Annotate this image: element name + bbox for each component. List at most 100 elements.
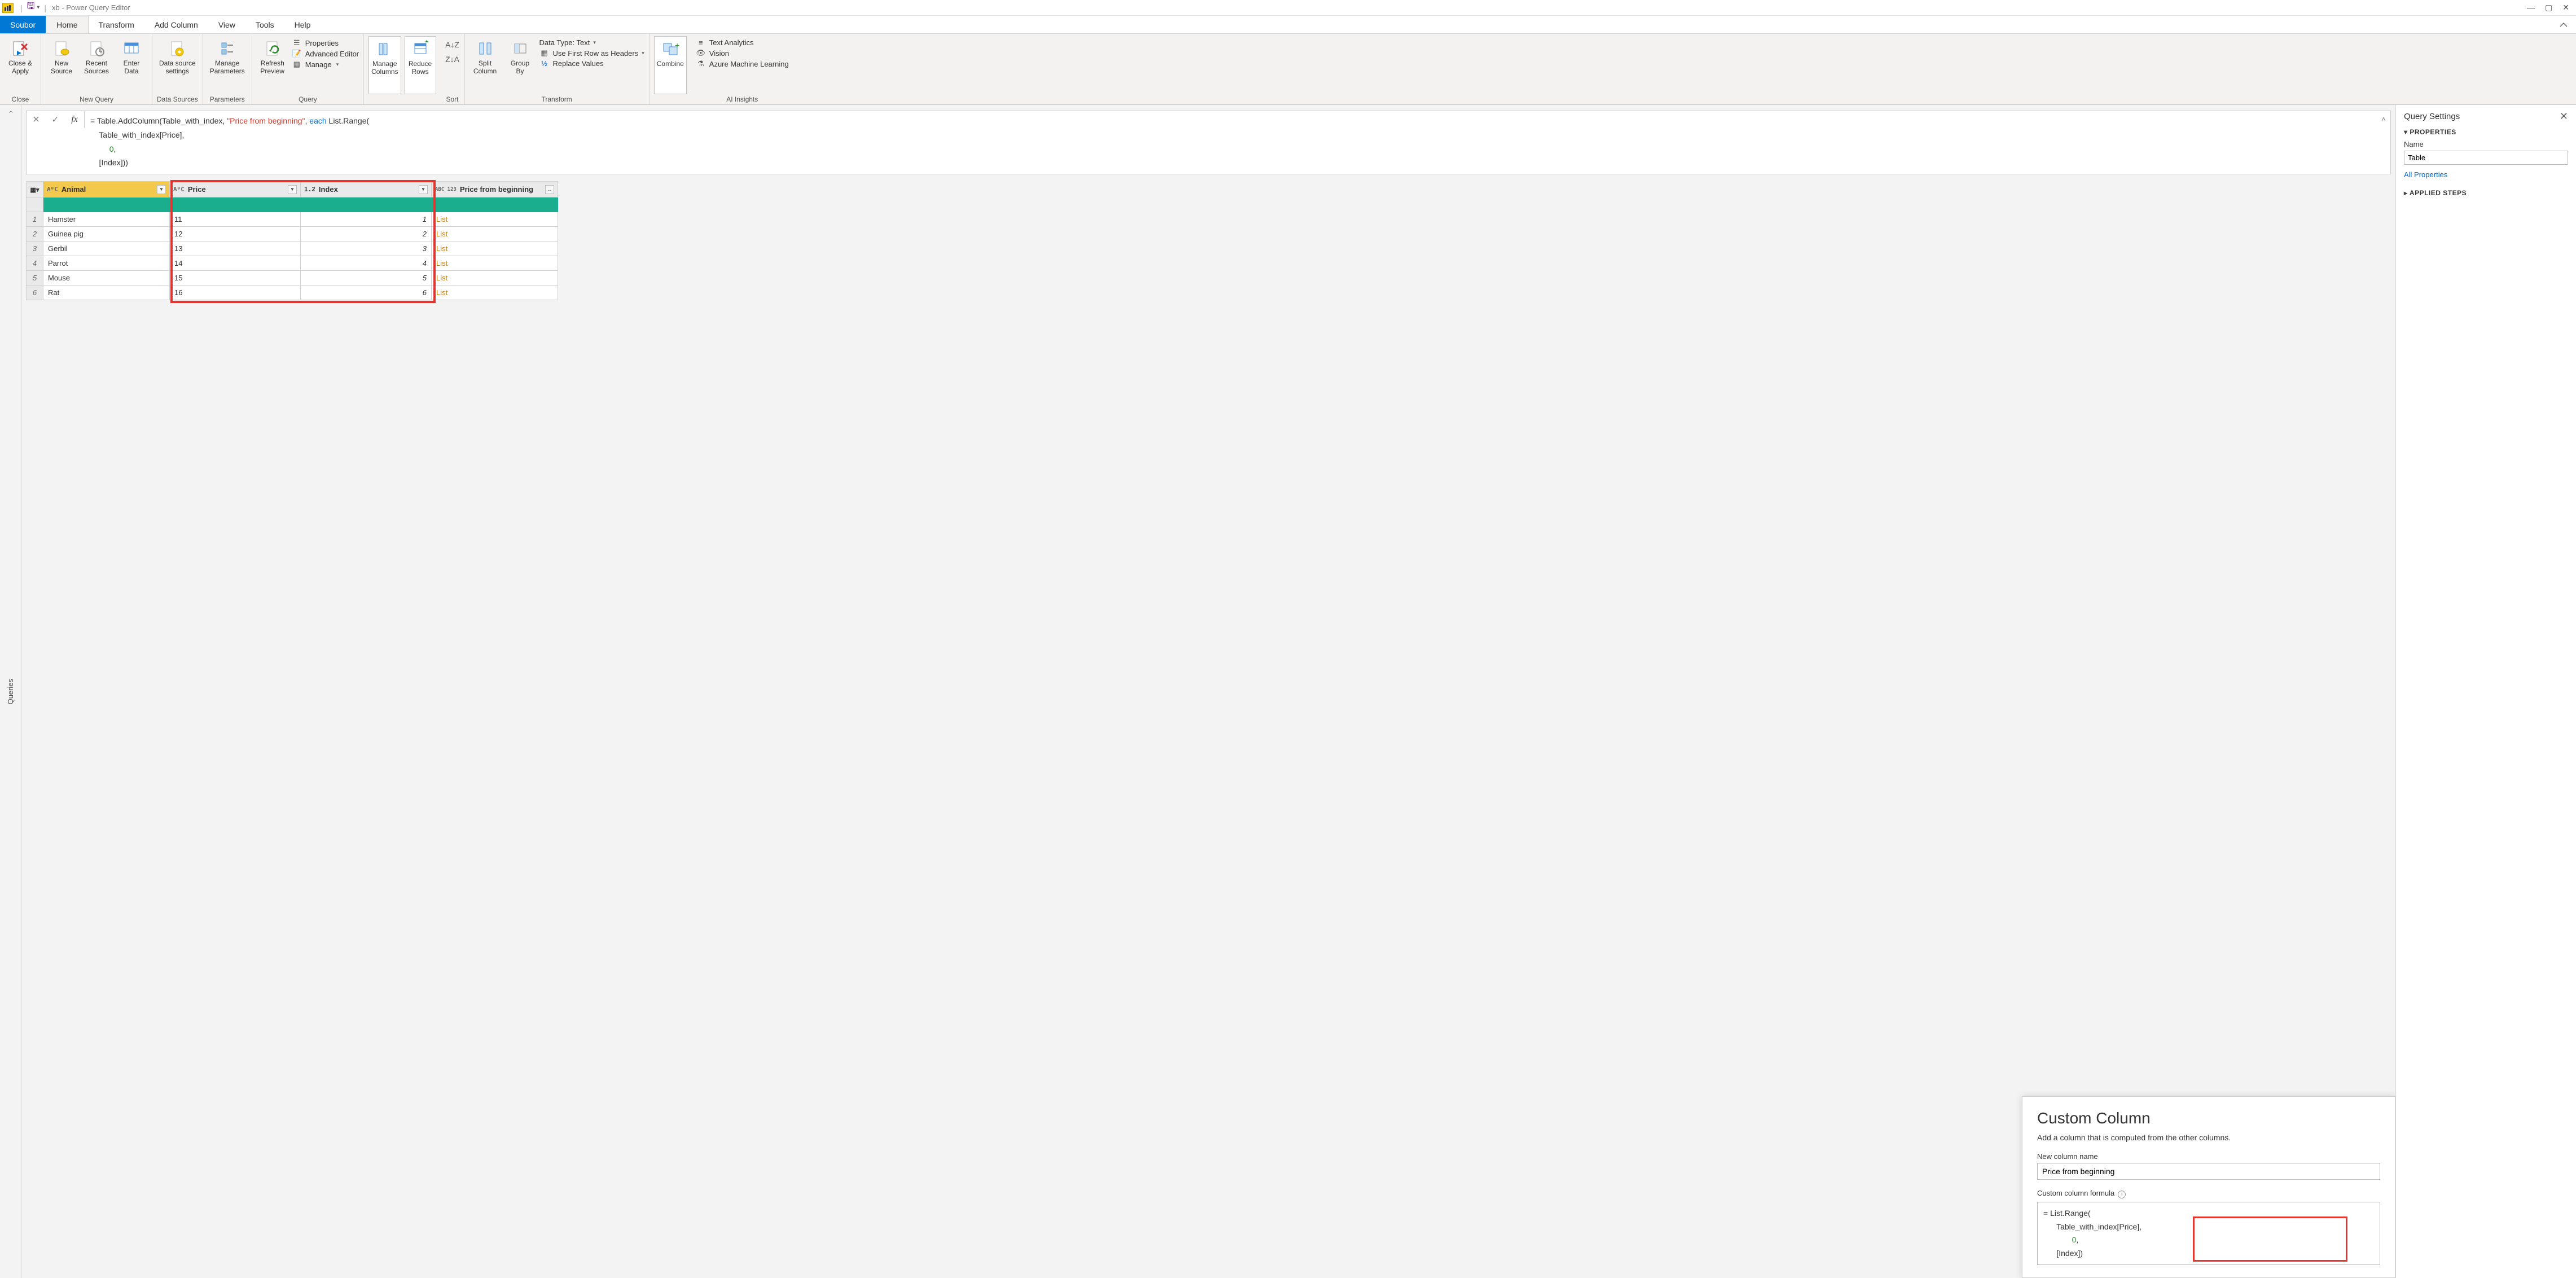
text-analytics-label: Text Analytics bbox=[709, 38, 754, 47]
tab-home[interactable]: Home bbox=[46, 16, 88, 33]
name-label: Name bbox=[2404, 140, 2424, 148]
advanced-editor-label: Advanced Editor bbox=[305, 50, 359, 58]
formula-cancel-icon[interactable]: ✕ bbox=[27, 111, 46, 128]
table-row[interactable]: 4Parrot144List bbox=[27, 256, 558, 271]
qat-separator: | bbox=[44, 3, 46, 12]
group-close-label: Close bbox=[5, 94, 36, 103]
titlebar: | 🖫 ▾ | xb - Power Query Editor ― ▢ ✕ bbox=[0, 0, 2576, 16]
filter-dropdown-icon[interactable]: ▾ bbox=[157, 185, 166, 194]
maximize-icon[interactable]: ▢ bbox=[2545, 3, 2552, 12]
table-corner[interactable]: ▦▾ bbox=[27, 182, 43, 197]
close-apply-label: Close & Apply bbox=[8, 60, 32, 76]
qat-dropdown-icon[interactable]: ▾ bbox=[37, 5, 40, 11]
save-icon[interactable]: 🖫 bbox=[27, 0, 35, 15]
all-properties-link[interactable]: All Properties bbox=[2404, 170, 2447, 179]
query-name-input[interactable] bbox=[2404, 151, 2568, 165]
new-source-label: New Source bbox=[51, 60, 72, 76]
properties-label: Properties bbox=[305, 39, 339, 47]
new-column-name-input[interactable] bbox=[2037, 1163, 2380, 1180]
collapse-ribbon-icon[interactable] bbox=[2551, 16, 2576, 33]
table-row[interactable]: 5Mouse155List bbox=[27, 271, 558, 286]
sort-desc-button[interactable]: Z↓A bbox=[446, 53, 459, 65]
azure-ml-label: Azure Machine Learning bbox=[709, 60, 789, 68]
queries-pane-label: Queries bbox=[6, 679, 15, 705]
advanced-editor-button[interactable]: 📝Advanced Editor bbox=[292, 49, 359, 58]
formula-collapse-icon[interactable]: ˄ bbox=[2377, 111, 2390, 124]
group-parameters-label: Parameters bbox=[208, 94, 247, 103]
data-source-settings-button[interactable]: Data source settings bbox=[157, 36, 198, 94]
data-type-button[interactable]: Data Type: Text▾ bbox=[539, 38, 644, 47]
custom-formula-label: Custom column formula bbox=[2037, 1189, 2114, 1197]
split-column-button[interactable]: Split Column bbox=[469, 36, 501, 94]
close-icon[interactable]: ✕ bbox=[2562, 3, 2569, 12]
tab-file[interactable]: Soubor bbox=[0, 16, 46, 33]
replace-values-button[interactable]: ½Replace Values bbox=[539, 59, 644, 68]
enter-data-label: Enter Data bbox=[124, 60, 140, 76]
applied-steps-section-header[interactable]: APPLIED STEPS bbox=[2404, 189, 2568, 197]
filter-dropdown-icon[interactable]: ▾ bbox=[288, 185, 297, 194]
recent-sources-button[interactable]: Recent Sources bbox=[81, 36, 112, 94]
data-source-settings-label: Data source settings bbox=[159, 60, 196, 76]
combine-button[interactable]: + Combine bbox=[654, 36, 687, 94]
reduce-rows-label: Reduce Rows bbox=[409, 60, 432, 76]
table-row[interactable]: 6Rat166List bbox=[27, 286, 558, 300]
dialog-title: Custom Column bbox=[2037, 1109, 2380, 1127]
group-query-label: Query bbox=[257, 94, 359, 103]
ribbon: Close & Apply Close New Source Recent So… bbox=[0, 34, 2576, 105]
manage-columns-button[interactable]: Manage Columns bbox=[368, 36, 401, 94]
app-icon bbox=[2, 3, 14, 13]
column-header-animal[interactable]: AᴮCAnimal▾ bbox=[43, 182, 170, 197]
fx-icon[interactable]: fx bbox=[65, 111, 84, 128]
column-header-price-from-beginning[interactable]: ABC 123Price from beginning↔ bbox=[432, 182, 558, 197]
tab-transform[interactable]: Transform bbox=[89, 16, 144, 33]
formula-accept-icon[interactable]: ✓ bbox=[46, 111, 65, 128]
formula-text[interactable]: = Table.AddColumn(Table_with_index, "Pri… bbox=[85, 111, 2377, 174]
vision-button[interactable]: 👁Vision bbox=[696, 49, 789, 58]
close-settings-icon[interactable]: ✕ bbox=[2560, 111, 2568, 122]
formula-bar: ✕ ✓ fx = Table.AddColumn(Table_with_inde… bbox=[26, 111, 2391, 174]
minimize-icon[interactable]: ― bbox=[2527, 3, 2535, 12]
tab-view[interactable]: View bbox=[208, 16, 245, 33]
text-analytics-button[interactable]: ≡Text Analytics bbox=[696, 38, 789, 47]
manage-parameters-button[interactable]: Manage Parameters bbox=[208, 36, 247, 94]
group-manage-spacer bbox=[368, 94, 436, 103]
manage-button[interactable]: ▦Manage▾ bbox=[292, 60, 359, 69]
manage-parameters-label: Manage Parameters bbox=[210, 60, 245, 76]
settings-title: Query Settings bbox=[2404, 112, 2460, 121]
combine-label: Combine bbox=[657, 60, 684, 68]
center-area: ✕ ✓ fx = Table.AddColumn(Table_with_inde… bbox=[21, 105, 2395, 1278]
column-header-price[interactable]: AᴮCPrice▾ bbox=[170, 182, 301, 197]
azure-ml-button[interactable]: ⚗Azure Machine Learning bbox=[696, 59, 789, 68]
tab-help[interactable]: Help bbox=[284, 16, 321, 33]
table-row[interactable]: 2Guinea pig122List bbox=[27, 227, 558, 241]
properties-section-header[interactable]: PROPERTIES bbox=[2404, 128, 2568, 136]
queries-pane-collapsed[interactable]: › Queries bbox=[0, 105, 21, 1278]
group-by-button[interactable]: Group By bbox=[504, 36, 536, 94]
query-settings-pane: Query Settings ✕ PROPERTIES Name All Prop… bbox=[2395, 105, 2576, 1278]
table-row[interactable]: 3Gerbil133List bbox=[27, 241, 558, 256]
properties-button[interactable]: ☰Properties bbox=[292, 38, 359, 47]
manage-label: Manage bbox=[305, 60, 332, 69]
split-column-label: Split Column bbox=[473, 60, 497, 76]
expand-queries-icon[interactable]: › bbox=[6, 111, 15, 113]
close-apply-button[interactable]: Close & Apply bbox=[5, 36, 36, 94]
table-row[interactable]: 1Hamster111List bbox=[27, 212, 558, 227]
enter-data-button[interactable]: Enter Data bbox=[116, 36, 147, 94]
reduce-rows-button[interactable]: Reduce Rows bbox=[405, 36, 436, 94]
custom-formula-input[interactable]: = List.Range( Table_with_index[Price], 0… bbox=[2037, 1202, 2380, 1265]
first-row-headers-button[interactable]: ▦Use First Row as Headers▾ bbox=[539, 49, 644, 58]
group-ai-insights-label: AI Insights bbox=[696, 94, 789, 103]
group-transform-label: Transform bbox=[469, 94, 644, 103]
column-header-index[interactable]: 1.2Index▾ bbox=[301, 182, 432, 197]
tab-add-column[interactable]: Add Column bbox=[144, 16, 208, 33]
first-row-headers-label: Use First Row as Headers bbox=[553, 49, 639, 58]
refresh-preview-button[interactable]: Refresh Preview bbox=[257, 36, 288, 94]
sort-asc-button[interactable]: A↓Z bbox=[446, 38, 459, 51]
svg-text:+: + bbox=[675, 41, 679, 50]
tab-tools[interactable]: Tools bbox=[245, 16, 284, 33]
vision-label: Vision bbox=[709, 49, 729, 58]
expand-icon[interactable]: ↔ bbox=[545, 185, 554, 194]
new-source-button[interactable]: New Source bbox=[46, 36, 77, 94]
info-icon[interactable]: i bbox=[2118, 1191, 2126, 1198]
filter-dropdown-icon[interactable]: ▾ bbox=[419, 185, 428, 194]
